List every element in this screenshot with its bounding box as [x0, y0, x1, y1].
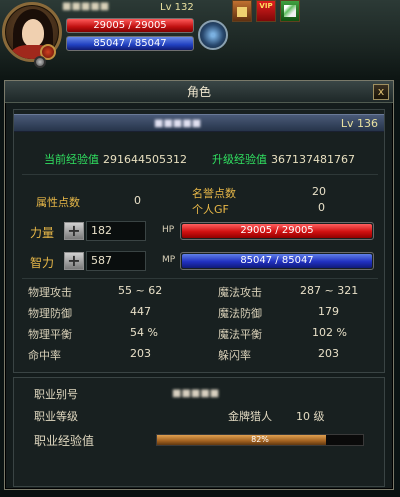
phys-attack-label: 物理攻击 — [28, 286, 72, 299]
mp-tag: MP — [162, 255, 176, 265]
job-frame: 职业别号 ■■■■■ 职业等级 金牌猎人 10 级 职业经验值 82% — [13, 377, 385, 487]
stats-frame: ■■■■■ Lv 136 当前经验值 291644505312 升级经验值 3671… — [13, 109, 385, 373]
divider — [22, 278, 378, 279]
next-exp-label: 升级经验值 — [212, 153, 267, 166]
job-level-label: 职业等级 — [34, 410, 78, 423]
hp-bar: 29005 / 29005 — [180, 222, 374, 240]
divider — [22, 174, 378, 175]
status-icon[interactable] — [34, 56, 46, 68]
character-panel: 角色 x ■■■■■ Lv 136 当前经验值 291644505312 升级经验… — [4, 80, 394, 490]
hit-rate-label: 命中率 — [28, 349, 61, 362]
close-icon: x — [377, 85, 385, 98]
magic-def-value: 179 — [318, 305, 339, 318]
vip-label: VIP — [259, 2, 273, 10]
job-exp-text: 82% — [251, 435, 269, 444]
magic-balance-label: 魔法平衡 — [218, 328, 262, 341]
pet-orb-icon[interactable] — [198, 20, 228, 50]
job-alias-value: ■■■■■ — [172, 388, 220, 399]
panel-title: 角色 — [186, 85, 211, 99]
phys-def-value: 447 — [130, 305, 151, 318]
magic-attack-value: 287 ~ 321 — [300, 284, 359, 297]
current-exp-row: 当前经验值 291644505312 — [44, 151, 187, 167]
phys-balance-label: 物理平衡 — [28, 328, 72, 341]
job-exp-bar: 82% — [156, 434, 364, 446]
character-name-bar: ■■■■■ Lv 136 — [14, 114, 384, 132]
panel-title-bar[interactable]: 角色 — [5, 81, 393, 103]
strength-plus-button[interactable]: + — [64, 222, 84, 240]
attr-points-value: 0 — [134, 194, 141, 207]
honor-points-value: 20 — [312, 185, 326, 198]
job-level-value: 10 级 — [296, 410, 325, 423]
phys-def-label: 物理防御 — [28, 307, 72, 320]
phys-attack-value: 55 ~ 62 — [118, 284, 163, 297]
personal-gf-value: 0 — [318, 201, 325, 214]
job-level-title: 金牌猎人 — [228, 410, 272, 423]
mp-bar-text: 85047 / 85047 — [240, 255, 314, 266]
dodge-rate-value: 203 — [318, 347, 339, 360]
intelligence-row: 智力 + 587 MP 85047 / 85047 — [24, 251, 374, 273]
intelligence-label: 智力 — [30, 256, 55, 270]
hud-mp-bar: 85047 / 85047 — [66, 36, 194, 51]
next-exp-row: 升级经验值 367137481767 — [212, 151, 355, 167]
character-name: ■■■■■ — [154, 118, 202, 129]
character-level: Lv 136 — [340, 117, 378, 130]
sword-icon[interactable] — [280, 0, 300, 22]
bottom-strip — [0, 490, 400, 497]
current-exp-label: 当前经验值 — [44, 153, 99, 166]
portrait-face — [22, 19, 44, 47]
mp-bar: 85047 / 85047 — [180, 252, 374, 270]
magic-balance-value: 102 % — [312, 326, 347, 339]
hit-rate-value: 203 — [130, 347, 151, 360]
attr-points-label: 属性点数 — [36, 196, 80, 209]
magic-def-label: 魔法防御 — [218, 307, 262, 320]
intelligence-value: 587 — [86, 251, 146, 271]
magic-attack-label: 魔法攻击 — [218, 286, 262, 299]
strength-row: 力量 + 182 HP 29005 / 29005 — [24, 221, 374, 243]
vip-icon[interactable]: VIP — [256, 0, 276, 22]
hp-tag: HP — [162, 225, 175, 235]
hud-hp-bar: 29005 / 29005 — [66, 18, 194, 33]
job-exp-label: 职业经验值 — [34, 434, 95, 448]
hud-character-name: ■■■■■ — [62, 1, 110, 12]
strength-value: 182 — [86, 221, 146, 241]
honor-points-label: 名誉点数 — [192, 187, 236, 200]
intelligence-plus-button[interactable]: + — [64, 252, 84, 270]
phys-balance-value: 54 % — [130, 326, 158, 339]
job-alias-label: 职业别号 — [34, 388, 78, 401]
hp-bar-text: 29005 / 29005 — [240, 225, 314, 236]
dodge-rate-label: 躲闪率 — [218, 349, 251, 362]
close-button[interactable]: x — [373, 84, 389, 100]
current-exp-value: 291644505312 — [103, 153, 187, 166]
personal-gf-label: 个人GF — [192, 203, 229, 216]
next-exp-value: 367137481767 — [271, 153, 355, 166]
strength-label: 力量 — [30, 226, 55, 240]
shop-icon[interactable] — [232, 0, 252, 22]
hud-level: Lv 132 — [160, 2, 194, 13]
